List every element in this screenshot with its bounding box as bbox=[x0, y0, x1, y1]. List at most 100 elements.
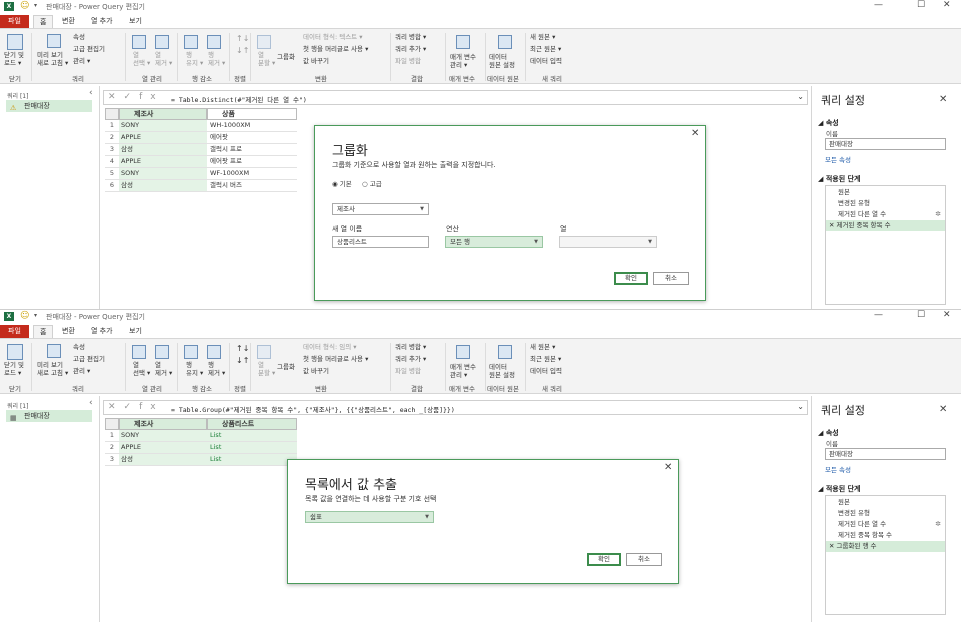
close-icon[interactable]: ✕ bbox=[943, 310, 951, 320]
quick-access-dropdown-icon[interactable]: ▾ bbox=[34, 312, 37, 319]
formula-text[interactable]: = Table.Distinct(#"제거된 다른 열 수") bbox=[171, 94, 307, 104]
table-row[interactable]: 3 삼성 갤럭시 프로 bbox=[105, 144, 297, 156]
manage-button[interactable]: 관리 ▾ bbox=[73, 57, 90, 65]
choose-columns-button[interactable]: 열 선택 ▾ bbox=[133, 51, 150, 67]
properties-heading[interactable]: ◢ 속성 bbox=[818, 428, 839, 438]
use-first-row-button[interactable]: 첫 행을 머리글로 사용 ▾ bbox=[303, 355, 368, 363]
table-cell[interactable]: 에어팟 프로 bbox=[207, 156, 297, 167]
remove-columns-button[interactable]: 열 제거 ▾ bbox=[155, 51, 172, 67]
tab-transform[interactable]: 변환 bbox=[56, 325, 81, 338]
data-type-dropdown[interactable]: 데이터 형식: 임의 ▾ bbox=[303, 343, 357, 351]
tab-home[interactable]: 홈 bbox=[33, 325, 54, 338]
table-cell[interactable]: WF-1000XM bbox=[207, 168, 297, 179]
data-source-settings-button[interactable]: 데이터 원본 설정 bbox=[489, 363, 515, 379]
column-header-product-list[interactable]: 상품리스트 bbox=[207, 418, 297, 430]
step-item[interactable]: 변경된 유형 bbox=[826, 198, 945, 209]
collapse-chevron-icon[interactable]: ‹ bbox=[89, 88, 93, 98]
table-cell[interactable]: 삼성 bbox=[119, 454, 207, 465]
group-column-select[interactable]: 제조사 ▼ bbox=[332, 203, 429, 215]
close-icon[interactable]: ✕ bbox=[943, 0, 951, 10]
table-cell[interactable]: WH-1000XM bbox=[207, 120, 297, 131]
table-row[interactable]: 1 SONY WH-1000XM bbox=[105, 120, 297, 132]
manage-parameters-button[interactable]: 매개 변수 관리 ▾ bbox=[450, 53, 476, 69]
tab-add-column[interactable]: 열 추가 bbox=[85, 325, 119, 338]
tab-view[interactable]: 보기 bbox=[123, 325, 148, 338]
preview-refresh-button[interactable]: 미리 보기 새로 고침 ▾ bbox=[37, 361, 68, 377]
grid-corner[interactable] bbox=[105, 418, 119, 430]
sort-descending-icon[interactable]: ↓↑ bbox=[236, 47, 249, 55]
advanced-radio[interactable]: ○ 고급 bbox=[362, 178, 382, 188]
table-cell[interactable]: 갤럭시 버즈 bbox=[207, 180, 297, 191]
basic-radio[interactable]: ◉ 기본 bbox=[332, 178, 352, 188]
enter-data-button[interactable]: 데이터 입력 bbox=[530, 367, 562, 375]
column-header-maker[interactable]: 제조사 bbox=[119, 108, 207, 120]
table-row[interactable]: 3 삼성 List bbox=[105, 454, 297, 466]
smiley-icon[interactable]: ☺ bbox=[20, 1, 29, 11]
replace-values-button[interactable]: 값 바꾸기 bbox=[303, 367, 329, 375]
table-cell[interactable]: List bbox=[207, 430, 297, 441]
ok-button[interactable]: 확인 bbox=[614, 272, 648, 285]
table-cell[interactable]: SONY bbox=[119, 168, 207, 179]
formula-bar[interactable]: ✕✓fx = Table.Group(#"제거된 중복 항목 수", {"제조사… bbox=[103, 400, 808, 415]
column-header-product[interactable]: 상품 bbox=[207, 108, 297, 120]
remove-rows-button[interactable]: 행 제거 ▾ bbox=[208, 361, 225, 377]
formula-bar[interactable]: ✕✓fx = Table.Distinct(#"제거된 다른 열 수") ⌄ bbox=[103, 90, 808, 105]
cancel-button[interactable]: 취소 bbox=[626, 553, 662, 566]
table-cell[interactable]: SONY bbox=[119, 120, 207, 131]
step-item-selected[interactable]: ✕ 그룹화된 행 수 bbox=[826, 541, 945, 552]
tab-file[interactable]: 파일 bbox=[0, 15, 29, 28]
cancel-button[interactable]: 취소 bbox=[653, 272, 689, 285]
collapse-chevron-icon[interactable]: ‹ bbox=[89, 398, 93, 408]
settings-close-icon[interactable]: ✕ bbox=[939, 94, 947, 105]
tab-home[interactable]: 홈 bbox=[33, 15, 54, 28]
enter-data-button[interactable]: 데이터 입력 bbox=[530, 57, 562, 65]
applied-steps-heading[interactable]: ◢ 적용된 단계 bbox=[818, 484, 860, 494]
formula-text[interactable]: = Table.Group(#"제거된 중복 항목 수", {"제조사"}, {… bbox=[171, 404, 455, 414]
table-cell[interactable]: 에어팟 bbox=[207, 132, 297, 143]
keep-rows-button[interactable]: 행 유지 ▾ bbox=[186, 51, 203, 67]
new-source-button[interactable]: 새 원본 ▾ bbox=[530, 343, 555, 351]
sort-descending-icon[interactable]: ↓↑ bbox=[236, 357, 249, 365]
remove-columns-button[interactable]: 열 제거 ▾ bbox=[155, 361, 172, 377]
step-item[interactable]: 원본 bbox=[826, 187, 945, 198]
delimiter-select[interactable]: 쉼표 ▼ bbox=[305, 511, 434, 523]
merge-queries-button[interactable]: 쿼리 병합 ▾ bbox=[395, 33, 426, 41]
sort-ascending-icon[interactable]: ↑↓ bbox=[236, 35, 249, 43]
use-first-row-button[interactable]: 첫 행을 머리글로 사용 ▾ bbox=[303, 45, 368, 53]
table-row[interactable]: 5 SONY WF-1000XM bbox=[105, 168, 297, 180]
properties-button[interactable]: 속성 bbox=[73, 33, 85, 41]
tab-file[interactable]: 파일 bbox=[0, 325, 29, 338]
table-cell[interactable]: 갤럭시 프로 bbox=[207, 144, 297, 155]
close-load-button[interactable]: 닫기 및 로드 ▾ bbox=[4, 361, 24, 377]
table-cell[interactable]: List bbox=[207, 454, 297, 465]
tab-view[interactable]: 보기 bbox=[123, 15, 148, 28]
new-source-button[interactable]: 새 원본 ▾ bbox=[530, 33, 555, 41]
minimize-icon[interactable]: — bbox=[874, 0, 883, 10]
query-item[interactable]: ▦ 판매대장 bbox=[6, 410, 92, 422]
recent-sources-button[interactable]: 최근 원본 ▾ bbox=[530, 355, 561, 363]
table-cell[interactable]: APPLE bbox=[119, 156, 207, 167]
formula-expand-icon[interactable]: ⌄ bbox=[797, 402, 804, 411]
group-by-button[interactable]: 그룹화 bbox=[277, 363, 295, 371]
ok-button[interactable]: 확인 bbox=[587, 553, 621, 566]
table-row[interactable]: 1 SONY List bbox=[105, 430, 297, 442]
recent-sources-button[interactable]: 최근 원본 ▾ bbox=[530, 45, 561, 53]
table-cell[interactable]: APPLE bbox=[119, 442, 207, 453]
split-column-button[interactable]: 열 분할 ▾ bbox=[258, 51, 275, 67]
table-row[interactable]: 2 APPLE List bbox=[105, 442, 297, 454]
step-item-selected[interactable]: ✕ 제거된 중복 항목 수 bbox=[826, 220, 945, 231]
gear-icon[interactable]: ✲ bbox=[935, 519, 941, 530]
combine-files-button[interactable]: 파일 병합 bbox=[395, 367, 421, 375]
formula-buttons-icon[interactable]: ✕✓fx bbox=[108, 92, 164, 102]
merge-queries-button[interactable]: 쿼리 병합 ▾ bbox=[395, 343, 426, 351]
step-item[interactable]: 변경된 유형 bbox=[826, 508, 945, 519]
smiley-icon[interactable]: ☺ bbox=[20, 311, 29, 321]
data-type-dropdown[interactable]: 데이터 형식: 텍스트 ▾ bbox=[303, 33, 363, 41]
applied-steps-heading[interactable]: ◢ 적용된 단계 bbox=[818, 174, 860, 184]
minimize-icon[interactable]: — bbox=[874, 310, 883, 320]
maximize-icon[interactable]: ☐ bbox=[917, 0, 925, 10]
combine-files-button[interactable]: 파일 병합 bbox=[395, 57, 421, 65]
settings-close-icon[interactable]: ✕ bbox=[939, 404, 947, 415]
maximize-icon[interactable]: ☐ bbox=[917, 310, 925, 320]
properties-heading[interactable]: ◢ 속성 bbox=[818, 118, 839, 128]
